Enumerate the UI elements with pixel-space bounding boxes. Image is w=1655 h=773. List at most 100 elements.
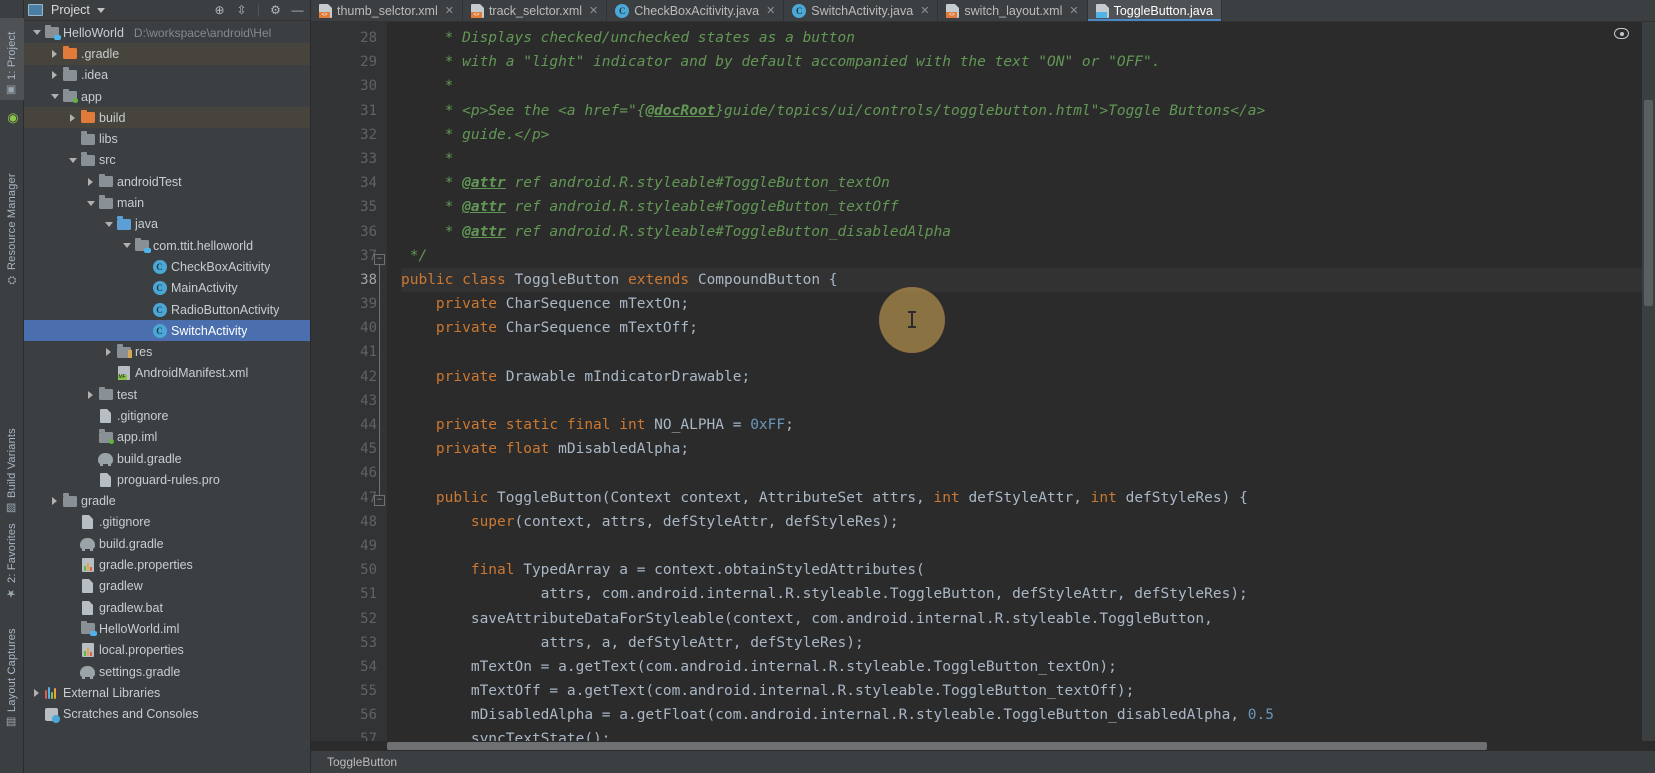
close-icon[interactable]: ✕	[445, 4, 454, 17]
line-number[interactable]: 51	[311, 582, 387, 606]
code-line[interactable]: * Displays checked/unchecked states as a…	[401, 26, 1655, 50]
line-number[interactable]: 54	[311, 655, 387, 679]
tree-item-gradlew[interactable]: gradlew	[24, 576, 310, 597]
expand-arrow[interactable]	[66, 601, 79, 614]
fold-marker-javadoc[interactable]: −	[374, 254, 385, 265]
close-icon[interactable]: ✕	[920, 4, 929, 17]
collapse-all-icon[interactable]: ⇳	[233, 2, 250, 19]
expand-arrow[interactable]	[138, 260, 151, 273]
code-line[interactable]: saveAttributeDataForStyleable(context, c…	[401, 607, 1655, 631]
code-line[interactable]: * @attr ref android.R.styleable#ToggleBu…	[401, 220, 1655, 244]
breadcrumb[interactable]: ToggleButton	[327, 755, 397, 769]
code-line[interactable]: * with a "light" indicator and by defaul…	[401, 50, 1655, 74]
line-number[interactable]: 28	[311, 26, 387, 50]
tool-button-build-variants[interactable]: ▧ Build Variants	[0, 400, 24, 518]
tree-item-helloworld-iml[interactable]: HelloWorld.iml	[24, 618, 310, 639]
expand-arrow-expanded[interactable]	[30, 26, 43, 39]
expand-arrow[interactable]	[66, 622, 79, 635]
line-number[interactable]: 39	[311, 292, 387, 316]
tree-item-gradle-properties[interactable]: gradle.properties	[24, 554, 310, 575]
tool-button-resource-manager[interactable]: ⛭ Resource Manager	[0, 138, 24, 288]
line-number[interactable]: 30	[311, 74, 387, 98]
code-line[interactable]: syncTextState();	[401, 727, 1655, 741]
line-number[interactable]: 31	[311, 99, 387, 123]
tree-item-external-libraries[interactable]: External Libraries	[24, 682, 310, 703]
code-pane[interactable]: * Displays checked/unchecked states as a…	[387, 22, 1655, 741]
expand-arrow[interactable]	[84, 431, 97, 444]
expand-arrow[interactable]	[102, 367, 115, 380]
eye-icon[interactable]	[1614, 28, 1629, 39]
code-line[interactable]: * @attr ref android.R.styleable#ToggleBu…	[401, 171, 1655, 195]
line-number[interactable]: 49	[311, 534, 387, 558]
expand-arrow-expanded[interactable]	[66, 154, 79, 167]
line-number[interactable]: 45	[311, 437, 387, 461]
horizontal-scrollbar[interactable]	[311, 741, 1655, 751]
expand-arrow[interactable]	[66, 133, 79, 146]
tree-item-build-gradle[interactable]: build.gradle	[24, 533, 310, 554]
expand-arrow[interactable]	[84, 409, 97, 422]
line-number[interactable]: 56	[311, 703, 387, 727]
close-icon[interactable]: ✕	[589, 4, 598, 17]
editor-tab-togglebutton-java[interactable]: ToggleButton.java	[1087, 0, 1222, 21]
editor-tab-thumb-selctor-xml[interactable]: <> thumb_selctor.xml ✕	[311, 0, 463, 21]
tree-item-androidmanifest-xml[interactable]: MF AndroidManifest.xml	[24, 363, 310, 384]
fold-marker-constructor[interactable]: −	[374, 495, 385, 506]
code-line[interactable]: * @attr ref android.R.styleable#ToggleBu…	[401, 195, 1655, 219]
expand-arrow-collapsed[interactable]	[48, 47, 61, 60]
vertical-scrollbar-thumb[interactable]	[1644, 100, 1653, 306]
code-line[interactable]: attrs, a, defStyleAttr, defStyleRes);	[401, 631, 1655, 655]
line-number[interactable]: 34	[311, 171, 387, 195]
line-number[interactable]: 48	[311, 510, 387, 534]
crosshair-target-icon[interactable]: ⊕	[211, 2, 228, 19]
tree-item-app-iml[interactable]: app.iml	[24, 427, 310, 448]
tree-item-libs[interactable]: libs	[24, 128, 310, 149]
line-number[interactable]: 55	[311, 679, 387, 703]
close-icon[interactable]: ✕	[766, 4, 775, 17]
tree-item-mainactivity[interactable]: C MainActivity	[24, 278, 310, 299]
editor-tab-track-selctor-xml[interactable]: <> track_selctor.xml ✕	[463, 0, 608, 21]
expand-arrow[interactable]	[138, 303, 151, 316]
expand-arrow[interactable]	[66, 516, 79, 529]
tree-item-scratches-and-consoles[interactable]: Scratches and Consoles	[24, 704, 310, 725]
expand-arrow[interactable]	[66, 580, 79, 593]
code-line[interactable]	[401, 461, 1655, 485]
expand-arrow-collapsed[interactable]	[84, 175, 97, 188]
tree-item-src[interactable]: src	[24, 150, 310, 171]
code-line[interactable]: super(context, attrs, defStyleAttr, defS…	[401, 510, 1655, 534]
tree-item-proguard-rules-pro[interactable]: proguard-rules.pro	[24, 469, 310, 490]
line-number[interactable]: 50	[311, 558, 387, 582]
tree-item-main[interactable]: main	[24, 192, 310, 213]
line-number[interactable]: 42	[311, 365, 387, 389]
expand-arrow-collapsed[interactable]	[48, 69, 61, 82]
expand-arrow[interactable]	[138, 282, 151, 295]
tree-item-build-gradle[interactable]: build.gradle	[24, 448, 310, 469]
tree-item-radiobuttonactivity[interactable]: C RadioButtonActivity	[24, 299, 310, 320]
code-line[interactable]: * guide.</p>	[401, 123, 1655, 147]
code-line[interactable]: mTextOn = a.getText(com.android.internal…	[401, 655, 1655, 679]
tree-item--gitignore[interactable]: .gitignore	[24, 512, 310, 533]
expand-arrow[interactable]	[66, 537, 79, 550]
expand-arrow-collapsed[interactable]	[84, 388, 97, 401]
code-line[interactable]: private float mDisabledAlpha;	[401, 437, 1655, 461]
expand-arrow-expanded[interactable]	[120, 239, 133, 252]
editor-tab-bar[interactable]: <> thumb_selctor.xml ✕ <> track_selctor.xml ✕…	[311, 0, 1655, 22]
expand-arrow[interactable]	[30, 708, 43, 721]
expand-arrow[interactable]	[84, 452, 97, 465]
expand-arrow-collapsed[interactable]	[30, 686, 43, 699]
tool-button-favorites[interactable]: ★ 2: Favorites	[0, 505, 24, 603]
tree-item-com-ttit-helloworld[interactable]: com.ttit.helloworld	[24, 235, 310, 256]
line-number[interactable]: 53	[311, 631, 387, 655]
expand-arrow[interactable]	[138, 324, 151, 337]
tree-item-test[interactable]: test	[24, 384, 310, 405]
line-number[interactable]: 29	[311, 50, 387, 74]
expand-arrow-collapsed[interactable]	[48, 495, 61, 508]
tree-item-androidtest[interactable]: androidTest	[24, 171, 310, 192]
expand-arrow[interactable]	[66, 665, 79, 678]
code-line[interactable]: private Drawable mIndicatorDrawable;	[401, 365, 1655, 389]
code-line[interactable]: private CharSequence mTextOn;	[401, 292, 1655, 316]
code-line[interactable]: private static final int NO_ALPHA = 0xFF…	[401, 413, 1655, 437]
expand-arrow[interactable]	[84, 473, 97, 486]
tree-item-checkboxacitivity[interactable]: C CheckBoxAcitivity	[24, 256, 310, 277]
code-line[interactable]	[401, 389, 1655, 413]
project-tree[interactable]: HelloWorld D:\workspace\android\Hel .gradl…	[24, 21, 310, 773]
